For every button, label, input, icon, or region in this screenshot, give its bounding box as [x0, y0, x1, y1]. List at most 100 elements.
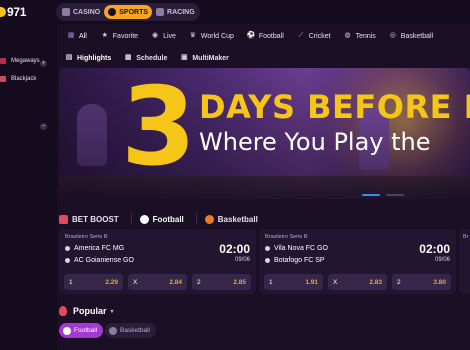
sidebar-item-label: Megaways [11, 58, 40, 64]
league-name: Br [463, 234, 469, 240]
chevron-down-icon: ▾ [110, 308, 114, 315]
sidebar: + Megaways Blackjack − [0, 24, 57, 350]
chip-football[interactable]: Football [59, 323, 104, 338]
highlights-icon: ▤ [65, 54, 73, 61]
fire-icon [59, 306, 67, 316]
mode-sports[interactable]: SPORTS [104, 5, 153, 19]
category-label: Live [163, 32, 176, 40]
odds-button-home[interactable]: 1 2.29 [64, 274, 123, 290]
category-label: All [79, 32, 87, 40]
tab-label: Schedule [136, 54, 168, 62]
odds-value: 2.29 [105, 278, 118, 286]
tab-bet-boost[interactable]: BET BOOST [59, 214, 119, 224]
sidebar-item-blackjack[interactable]: Blackjack [0, 76, 36, 82]
football-icon [63, 326, 71, 335]
match-card-partial[interactable]: Br [459, 229, 470, 294]
odds-label: 1 [269, 278, 273, 286]
cricket-icon: ⟋ [298, 32, 304, 39]
odds-value: 2.83 [369, 278, 382, 286]
odds-button-away[interactable]: 2 3.80 [392, 274, 451, 290]
tab-multimaker[interactable]: ▣ MultiMaker [180, 54, 229, 62]
tab-schedule[interactable]: ▦ Schedule [124, 54, 167, 62]
odds-label: X [333, 278, 338, 286]
category-live[interactable]: ◉ Live [151, 32, 176, 40]
pagination-dot-active[interactable] [362, 194, 380, 196]
category-favorite[interactable]: ★ Favorite [101, 32, 138, 40]
odds-row: 1 2.29 X 2.84 2 2.85 [64, 274, 251, 290]
match-time: 02:00 [219, 242, 250, 256]
odds-label: 1 [69, 278, 73, 286]
trophy-icon: ♛ [189, 32, 197, 39]
category-label: Basketball [400, 32, 434, 40]
team-name: America FC MG [74, 245, 125, 252]
match-time: 02:00 [419, 242, 450, 256]
sidebar-item-label: Blackjack [11, 76, 37, 82]
divider [130, 213, 132, 225]
team-name: AC Goianiense GO [74, 257, 134, 264]
banner-number: 3 [121, 68, 196, 190]
odds-button-draw[interactable]: X 2.84 [128, 274, 187, 290]
collapse-icon[interactable]: − [40, 123, 47, 130]
odds-value: 2.84 [169, 278, 182, 286]
tab-basketball[interactable]: Basketball [204, 214, 258, 224]
team-name: Botafogo FC SP [274, 257, 325, 264]
category-basketball[interactable]: ◎ Basketball [389, 32, 433, 40]
popular-heading[interactable]: Popular ▾ [59, 306, 114, 316]
mode-label: CASINO [73, 8, 101, 16]
divider [195, 213, 197, 225]
match-card[interactable]: Brasileiro Serie B Vila Nova FC GO Botaf… [259, 229, 456, 294]
away-team: AC Goianiense GO [65, 257, 134, 264]
category-label: World Cup [200, 32, 234, 40]
football-icon: ⚽ [246, 32, 256, 39]
blackjack-icon [0, 76, 6, 82]
expand-icon[interactable]: + [40, 60, 47, 67]
pagination-dot[interactable] [386, 194, 404, 196]
sport-tabs: BET BOOST Football Basketball [57, 210, 470, 228]
banner-headline: DAYS BEFORE I [199, 88, 470, 126]
chip-label: Basketball [120, 327, 150, 334]
match-date: 09/06 [434, 257, 450, 263]
logo-text: 971 [7, 5, 27, 19]
odds-button-away[interactable]: 2 2.85 [192, 274, 251, 290]
mode-casino[interactable]: CASINO [58, 5, 104, 19]
category-tennis[interactable]: ◍ Tennis [344, 32, 376, 40]
odds-value: 1.91 [305, 278, 318, 286]
mode-racing[interactable]: RACING [152, 5, 199, 19]
tennis-icon: ◍ [344, 32, 351, 39]
team-icon [265, 246, 270, 251]
odds-value: 3.80 [433, 278, 446, 286]
odds-button-draw[interactable]: X 2.83 [328, 274, 387, 290]
odds-label: 2 [397, 278, 401, 286]
category-football[interactable]: ⚽ Football [247, 32, 284, 40]
category-all[interactable]: ▦ All [67, 32, 87, 40]
chip-basketball[interactable]: Basketball [105, 323, 156, 338]
team-icon [65, 246, 70, 251]
match-card[interactable]: Brasileiro Serie B America FC MG AC Goia… [59, 229, 256, 294]
basketball-icon [204, 214, 214, 224]
basketball-icon [109, 326, 117, 335]
odds-button-home[interactable]: 1 1.91 [264, 274, 323, 290]
sub-nav: ▤ Highlights ▦ Schedule ▣ MultiMaker [57, 48, 470, 68]
odds-label: 2 [197, 278, 201, 286]
casino-icon [62, 8, 70, 16]
star-icon: ★ [101, 32, 108, 39]
category-world-cup[interactable]: ♛ World Cup [189, 32, 234, 40]
top-bar: 971 CASINO SPORTS RACING [0, 0, 470, 24]
tab-label: BET BOOST [72, 214, 119, 224]
team-icon [265, 258, 270, 263]
tab-highlights[interactable]: ▤ Highlights [65, 54, 112, 62]
basketball-icon: ◎ [389, 32, 396, 39]
logo-mark [0, 7, 6, 17]
home-team: Vila Nova FC GO [265, 245, 328, 252]
mode-label: SPORTS [119, 8, 149, 16]
banner-subheadline: Where You Play the [199, 128, 431, 156]
team-icon [65, 258, 70, 263]
promo-banner[interactable]: 3 DAYS BEFORE I Where You Play the [59, 68, 470, 199]
sidebar-item-megaways[interactable]: Megaways [0, 58, 40, 64]
tab-football[interactable]: Football [139, 214, 184, 224]
odds-value: 2.85 [233, 278, 246, 286]
banner-pagination [362, 194, 406, 196]
category-cricket[interactable]: ⟋ Cricket [297, 32, 330, 40]
sports-icon [108, 8, 117, 16]
logo[interactable]: 971 [0, 4, 34, 20]
